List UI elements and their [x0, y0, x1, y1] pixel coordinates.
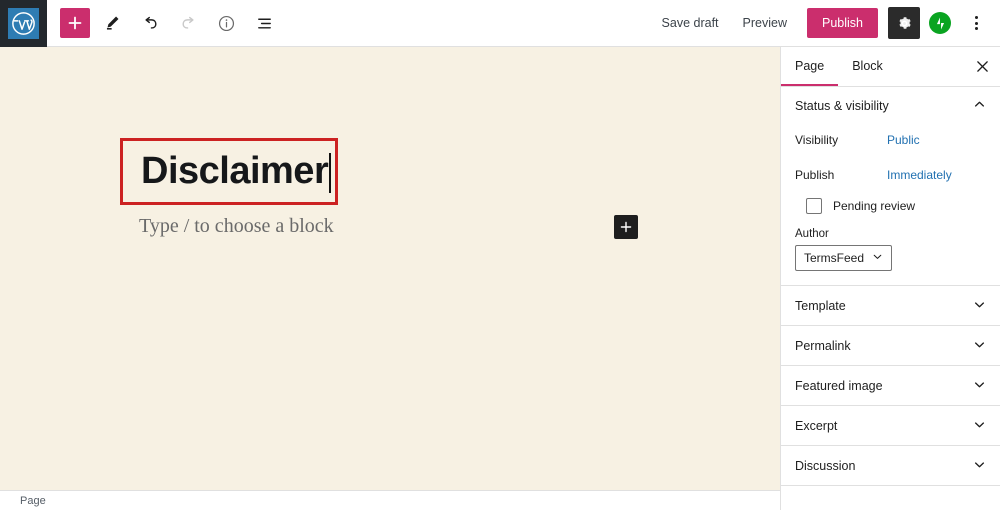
- chevron-up-icon: [973, 98, 986, 114]
- plus-icon: [620, 221, 632, 233]
- preview-button[interactable]: Preview: [733, 10, 797, 36]
- editor-canvas[interactable]: Disclaimer Type / to choose a block: [0, 47, 780, 490]
- post-title-text: Disclaimer: [141, 150, 329, 192]
- panel-discussion[interactable]: Discussion: [781, 446, 1000, 486]
- chevron-down-icon: [973, 458, 986, 474]
- settings-sidebar-toggle[interactable]: [888, 7, 920, 39]
- status-visibility-panel-body: Visibility Public Publish Immediately Pe…: [781, 125, 1000, 285]
- edit-tool-button[interactable]: [96, 7, 128, 39]
- editor-toolbar: Save draft Preview Publish: [0, 0, 1000, 47]
- close-icon: [976, 61, 988, 72]
- list-view-button[interactable]: [248, 7, 280, 39]
- panel-excerpt[interactable]: Excerpt: [781, 406, 1000, 446]
- panel-template[interactable]: Template: [781, 286, 1000, 326]
- chevron-down-icon: [973, 378, 986, 394]
- chevron-down-icon: [973, 338, 986, 354]
- block-inserter-button[interactable]: [614, 215, 638, 239]
- sidebar-tabs: Page Block: [781, 47, 1000, 87]
- panel-permalink-label: Permalink: [795, 338, 851, 353]
- publish-button[interactable]: Publish: [807, 8, 878, 38]
- publish-label: Publish: [795, 168, 835, 182]
- save-draft-button[interactable]: Save draft: [652, 10, 729, 36]
- panel-template-label: Template: [795, 298, 846, 313]
- status-visibility-panel-header[interactable]: Status & visibility: [781, 87, 1000, 125]
- jetpack-button[interactable]: [924, 7, 956, 39]
- post-title-input[interactable]: Disclaimer: [123, 150, 331, 193]
- panel-featured-image[interactable]: Featured image: [781, 366, 1000, 406]
- visibility-label: Visibility: [795, 133, 839, 147]
- pencil-icon: [106, 16, 119, 30]
- panel-featured-image-label: Featured image: [795, 378, 883, 393]
- author-value: TermsFeed: [804, 251, 865, 265]
- wordpress-logo-icon: [8, 7, 39, 39]
- plus-icon: [68, 16, 82, 30]
- info-circle-icon: [218, 15, 234, 31]
- toolbar-actions: Save draft Preview Publish: [652, 7, 1000, 39]
- panel-excerpt-label: Excerpt: [795, 418, 838, 433]
- visibility-value-button[interactable]: Public: [887, 133, 920, 147]
- kebab-menu-icon: [974, 16, 978, 30]
- jetpack-icon: [929, 12, 951, 34]
- add-block-button[interactable]: [60, 8, 90, 38]
- tab-block[interactable]: Block: [838, 47, 897, 86]
- chevron-down-icon: [973, 418, 986, 434]
- tab-page[interactable]: Page: [781, 47, 839, 86]
- status-visibility-title: Status & visibility: [795, 99, 889, 113]
- toolbar-tool-group: [60, 7, 280, 39]
- settings-sidebar: Page Block Status & visibility Visibilit…: [780, 47, 1000, 510]
- gear-icon: [898, 16, 911, 29]
- publish-value-button[interactable]: Immediately: [887, 168, 952, 182]
- chevron-down-icon: [872, 251, 883, 265]
- more-options-button[interactable]: [960, 7, 992, 39]
- close-sidebar-button[interactable]: [964, 47, 1000, 86]
- pending-review-label: Pending review: [833, 199, 916, 213]
- empty-block-placeholder[interactable]: Type / to choose a block: [139, 215, 334, 238]
- author-select[interactable]: TermsFeed: [795, 245, 893, 271]
- redo-arrow-icon: [181, 16, 194, 29]
- pending-review-row: Pending review: [795, 198, 986, 214]
- breadcrumb[interactable]: Page: [0, 495, 46, 507]
- post-title-highlight-box: Disclaimer: [120, 138, 338, 205]
- panel-discussion-label: Discussion: [795, 458, 856, 473]
- text-cursor: [329, 152, 331, 193]
- chevron-down-icon: [973, 298, 986, 314]
- author-label: Author: [795, 228, 829, 240]
- wordpress-logo-button[interactable]: [0, 0, 47, 47]
- redo-button: [172, 7, 204, 39]
- undo-button[interactable]: [134, 7, 166, 39]
- publish-date-row: Publish Immediately: [795, 160, 986, 190]
- editor-status-bar: Page: [0, 490, 780, 510]
- list-view-icon: [257, 18, 271, 28]
- undo-arrow-icon: [144, 16, 157, 29]
- details-button[interactable]: [210, 7, 242, 39]
- visibility-row: Visibility Public: [795, 125, 986, 155]
- wordpress-block-editor: Save draft Preview Publish Disclaimer Ty…: [0, 0, 1000, 510]
- panel-permalink[interactable]: Permalink: [781, 326, 1000, 366]
- pending-review-checkbox[interactable]: [806, 198, 822, 214]
